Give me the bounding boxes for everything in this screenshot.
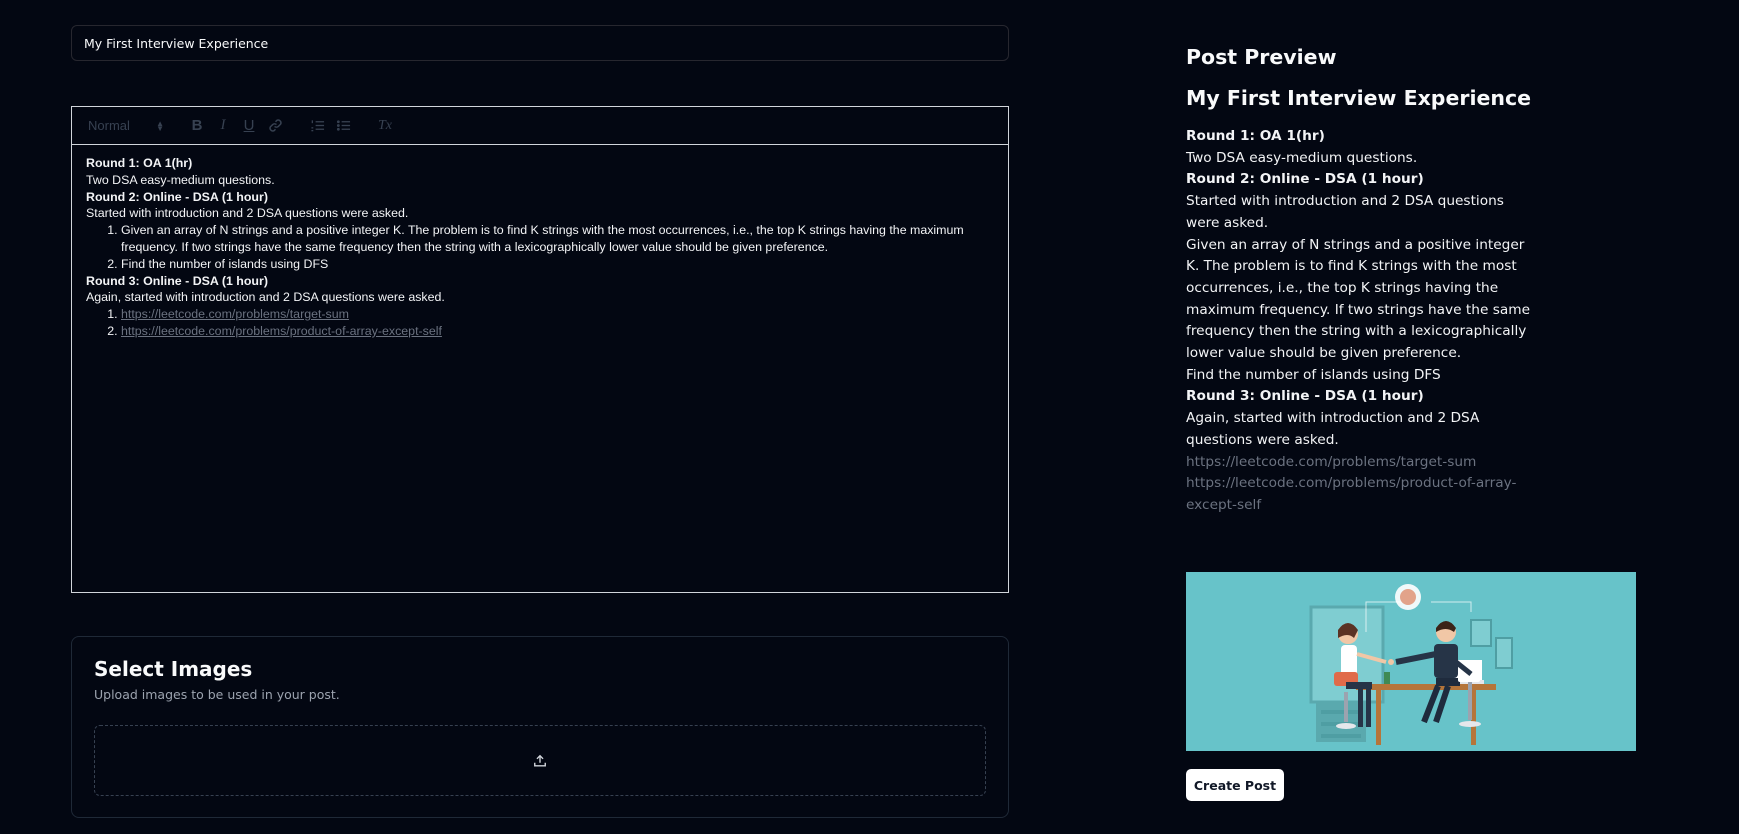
problem-link-product-except-self[interactable]: https://leetcode.com/problems/product-of… <box>1186 475 1516 513</box>
round2-text: Started with introduction and 2 DSA ques… <box>86 206 409 221</box>
ordered-list-button[interactable] <box>304 115 330 137</box>
post-title-input[interactable] <box>71 25 1009 61</box>
bullet-list-button[interactable] <box>330 115 356 137</box>
clear-format-button[interactable]: Tx <box>372 115 398 137</box>
list-item: https://leetcode.com/problems/product-of… <box>121 323 994 340</box>
image-dropzone[interactable] <box>94 725 986 796</box>
round2-title: Round 2: Online - DSA (1 hour) <box>86 189 268 204</box>
preview-heading: Post Preview <box>1186 45 1337 69</box>
list-item: Given an array of N strings and a positi… <box>1186 236 1531 362</box>
post-preview: Post Preview My First Interview Experien… <box>1186 45 1536 517</box>
preview-uploaded-image <box>1186 572 1636 751</box>
round1-title: Round 1: OA 1(hr) <box>86 156 193 170</box>
list-item: Find the number of islands using DFS <box>1186 366 1441 383</box>
preview-body: Round 1: OA 1(hr) Two DSA easy-medium qu… <box>1186 126 1536 517</box>
editor-toolbar: Normal ▲ ▼ B I U Tx <box>72 107 1008 145</box>
link-button[interactable] <box>262 115 288 137</box>
round3-title: Round 3: Online - DSA (1 hour) <box>86 273 268 288</box>
round3-title: Round 3: Online - DSA (1 hour) <box>1186 388 1424 405</box>
round1-text: Two DSA easy-medium questions. <box>86 172 275 187</box>
bullet-list-icon <box>336 120 350 131</box>
rich-text-editor: Normal ▲ ▼ B I U Tx Round 1: OA 1(hr) Tw… <box>71 106 1009 593</box>
bold-button[interactable]: B <box>184 115 210 137</box>
create-post-button[interactable]: Create Post <box>1186 769 1284 801</box>
select-images-title: Select Images <box>94 657 253 681</box>
round2-question-list: Given an array of N strings and a positi… <box>86 222 994 272</box>
italic-button[interactable]: I <box>210 115 236 137</box>
heading-select-value: Normal <box>88 118 130 133</box>
round3-link-list: https://leetcode.com/problems/target-sum… <box>1186 452 1536 517</box>
list-item: Given an array of N strings and a positi… <box>121 222 994 256</box>
round3-link-list: https://leetcode.com/problems/target-sum… <box>86 306 994 340</box>
problem-link-product-except-self[interactable]: https://leetcode.com/problems/product-of… <box>121 324 442 338</box>
link-icon <box>268 119 282 132</box>
round1-text: Two DSA easy-medium questions. <box>1186 149 1418 166</box>
round3-text: Again, started with introduction and 2 D… <box>86 290 445 305</box>
list-item: https://leetcode.com/problems/target-sum <box>1186 452 1536 474</box>
select-arrows-icon: ▲ ▼ <box>156 118 164 133</box>
list-item: https://leetcode.com/problems/target-sum <box>121 306 994 323</box>
select-images-subtitle: Upload images to be used in your post. <box>94 687 340 702</box>
problem-link-target-sum[interactable]: https://leetcode.com/problems/target-sum <box>121 307 349 321</box>
interview-illustration <box>1186 572 1636 751</box>
list-item: https://leetcode.com/problems/product-of… <box>1186 473 1536 516</box>
ordered-list-icon <box>310 120 324 132</box>
problem-link-target-sum[interactable]: https://leetcode.com/problems/target-sum <box>1186 454 1476 470</box>
round2-question-list: Given an array of N strings and a positi… <box>1186 235 1536 387</box>
round2-text: Started with introduction and 2 DSA ques… <box>1186 193 1504 231</box>
underline-button[interactable]: U <box>236 115 262 137</box>
list-item: Find the number of islands using DFS <box>121 256 994 273</box>
round3-text: Again, started with introduction and 2 D… <box>1186 410 1480 448</box>
editor-content[interactable]: Round 1: OA 1(hr) Two DSA easy-medium qu… <box>72 145 1008 350</box>
round1-title: Round 1: OA 1(hr) <box>1186 128 1325 144</box>
select-images-card: Select Images Upload images to be used i… <box>71 636 1009 818</box>
preview-post-title: My First Interview Experience <box>1186 86 1532 110</box>
round2-title: Round 2: Online - DSA (1 hour) <box>1186 171 1424 188</box>
heading-select[interactable]: Normal ▲ ▼ <box>88 118 164 133</box>
upload-icon <box>534 754 546 767</box>
